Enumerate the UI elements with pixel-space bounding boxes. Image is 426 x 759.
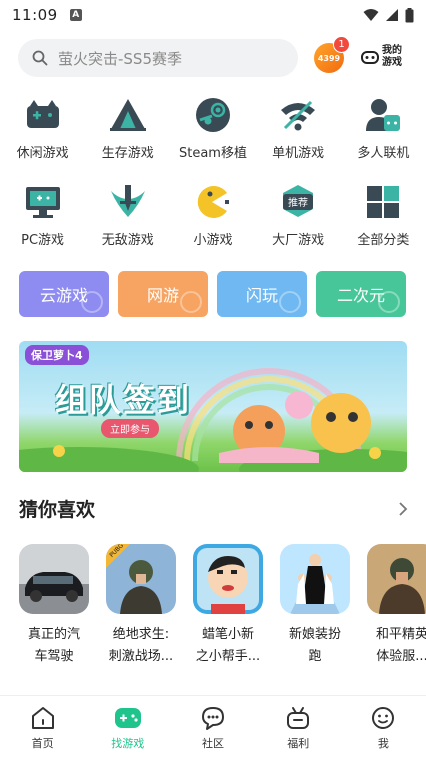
game-item[interactable]: 和平精英 体验服... <box>367 544 426 674</box>
nav-label: 首页 <box>31 737 54 750</box>
sword-icon <box>107 181 149 223</box>
category-offline[interactable]: 单机游戏 <box>256 94 341 161</box>
category-label: 单机游戏 <box>272 146 325 161</box>
chip-deco-icon <box>81 291 103 313</box>
category-label: 无敌游戏 <box>101 233 154 248</box>
category-label: 生存游戏 <box>101 146 154 161</box>
chip-instant-play[interactable]: 闪玩 <box>217 271 307 317</box>
chip-label: 网游 <box>146 286 179 305</box>
banner-title: 组队签到 <box>55 381 192 419</box>
quick-chips: 云游戏 网游 闪玩 二次元 <box>19 271 407 317</box>
game-icon-bride <box>280 544 350 614</box>
category-multiplayer[interactable]: 多人联机 <box>341 94 426 161</box>
game-icon-shinchan <box>193 544 263 614</box>
steam-icon <box>192 94 234 136</box>
category-label: 小游戏 <box>193 233 233 248</box>
category-all[interactable]: 全部分类 <box>341 181 426 248</box>
nav-label: 找游戏 <box>111 737 145 750</box>
category-pc[interactable]: PC游戏 <box>0 181 85 248</box>
nav-community[interactable]: 社区 <box>170 696 255 759</box>
game-item[interactable]: 蜡笔小新 之小帮手... <box>193 544 263 674</box>
nav-me[interactable]: 我 <box>341 696 426 759</box>
banner-join-button[interactable]: 立即参与 <box>101 419 159 438</box>
gamepad-icon <box>22 94 64 136</box>
chip-deco-icon <box>180 291 202 313</box>
chip-label: 闪玩 <box>245 286 278 305</box>
recommended-games: 真正的汽 车驾驶 PUBG 绝地求生: 刺激战场... 蜡笔小新 之小帮手...… <box>19 544 426 674</box>
nav-home[interactable]: 首页 <box>0 696 85 759</box>
game-name: 真正的汽 车驾驶 <box>27 627 80 664</box>
game-item[interactable]: 新娘装扮 跑 <box>280 544 350 674</box>
status-time: 11:09 <box>12 6 58 24</box>
status-bar: 11:09 A <box>0 0 426 30</box>
bottom-nav: 首页 找游戏 社区 福利 我 <box>0 695 426 759</box>
nav-welfare[interactable]: 福利 <box>256 696 341 759</box>
smile-icon <box>372 707 395 729</box>
search-row: 萤火突击-SS5赛季 4399 1 我的 游戏 <box>0 36 426 80</box>
category-label: 休闲游戏 <box>16 146 69 161</box>
multiplayer-icon <box>362 94 404 136</box>
game-name: 蜡笔小新 之小帮手... <box>195 627 261 664</box>
game-name: 和平精英 体验服... <box>375 627 426 664</box>
game-icon-pubg: PUBG <box>106 544 176 614</box>
nav-label: 社区 <box>202 737 224 750</box>
offline-wifi-icon <box>277 94 319 136</box>
chip-deco-icon <box>378 291 400 313</box>
notification-icon: A <box>69 9 82 21</box>
game-item[interactable]: 真正的汽 车驾驶 <box>19 544 89 674</box>
nav-label: 福利 <box>287 737 310 750</box>
category-label: Steam移植 <box>178 146 247 161</box>
chip-deco-icon <box>279 291 301 313</box>
category-big-studio[interactable]: 推荐 大厂游戏 <box>256 181 341 248</box>
signal-icon <box>386 9 398 21</box>
banner-game-tag: 保卫萝卜4 <box>25 345 89 365</box>
grid-icon <box>362 181 404 223</box>
category-mini[interactable]: 小游戏 <box>170 181 255 248</box>
search-input[interactable]: 萤火突击-SS5赛季 <box>18 39 298 77</box>
recommend-icon: 推荐 <box>277 181 319 223</box>
find-game-icon <box>114 708 141 728</box>
message-badge: 1 <box>333 36 350 53</box>
promo-banner[interactable]: 保卫萝卜4 组队签到 立即参与 <box>19 341 407 472</box>
game-name: 绝地求生: 刺激战场... <box>108 627 174 664</box>
nav-label: 我 <box>377 737 389 750</box>
wifi-icon <box>363 9 379 21</box>
chip-online-games[interactable]: 网游 <box>118 271 208 317</box>
chevron-right-icon[interactable] <box>396 500 410 518</box>
home-icon <box>31 707 54 729</box>
gamepad-outline-icon <box>361 51 379 64</box>
category-invincible[interactable]: 无敌游戏 <box>85 181 170 248</box>
my-games-button[interactable]: 我的 游戏 <box>360 42 410 72</box>
category-grid: 休闲游戏 生存游戏 Steam移植 单机游戏 多人联机 PC游戏 无敌游戏 小游… <box>0 94 426 248</box>
game-icon-car <box>19 544 89 614</box>
status-indicators <box>363 7 414 23</box>
chip-anime[interactable]: 二次元 <box>316 271 406 317</box>
search-icon <box>32 50 48 66</box>
chat-icon <box>202 707 224 730</box>
my-games-label-2: 游戏 <box>382 57 402 68</box>
game-name: 新娘装扮 跑 <box>288 627 341 664</box>
battery-icon <box>405 7 414 22</box>
my-games-label-1: 我的 <box>382 45 402 56</box>
category-label: 多人联机 <box>357 146 410 161</box>
game-item[interactable]: PUBG 绝地求生: 刺激战场... <box>106 544 176 674</box>
game-icon-peace-elite <box>367 544 426 614</box>
gift-icon <box>287 707 310 729</box>
recommend-badge-text: 推荐 <box>288 196 308 209</box>
category-casual[interactable]: 休闲游戏 <box>0 94 85 161</box>
category-survival[interactable]: 生存游戏 <box>85 94 170 161</box>
section-title: 猜你喜欢 <box>19 499 96 521</box>
category-label: 大厂游戏 <box>272 233 325 248</box>
monitor-icon <box>22 181 64 223</box>
category-label: 全部分类 <box>357 233 410 248</box>
nav-find-game[interactable]: 找游戏 <box>85 696 170 759</box>
chip-cloud-games[interactable]: 云游戏 <box>19 271 109 317</box>
search-placeholder: 萤火突击-SS5赛季 <box>58 49 182 68</box>
pacman-icon <box>192 181 234 223</box>
tent-icon <box>107 94 149 136</box>
category-steam[interactable]: Steam移植 <box>170 94 255 161</box>
category-label: PC游戏 <box>21 233 65 248</box>
